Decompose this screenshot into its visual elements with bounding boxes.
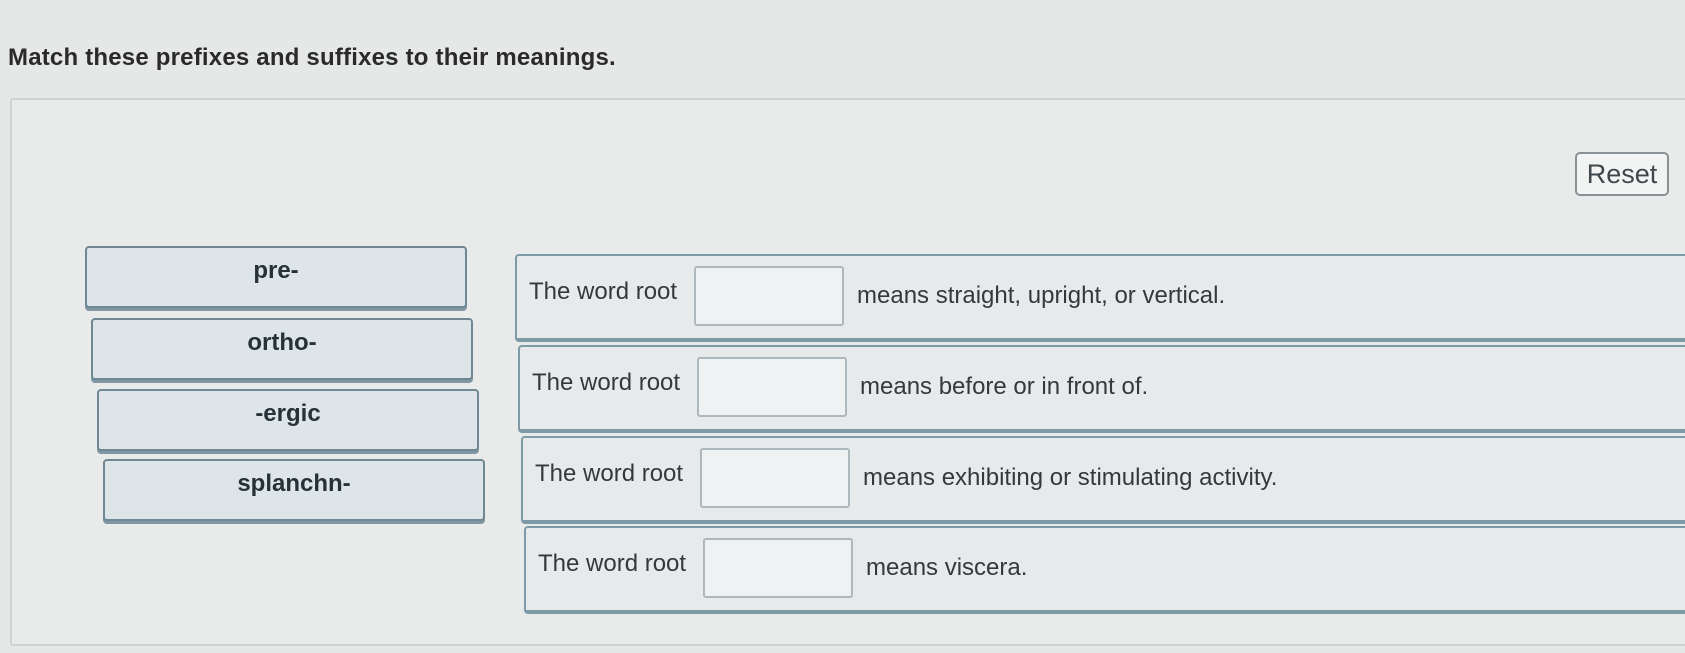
answer-drop-slot[interactable] [697,357,847,417]
row-meaning: means straight, upright, or vertical. [857,282,1226,309]
match-row: The word root means exhibiting or stimul… [521,436,1685,524]
tile-label: pre- [253,257,299,284]
row-prefix-label: The word root [529,278,678,305]
answer-drop-slot[interactable] [700,448,850,508]
match-row: The word root means straight, upright, o… [515,254,1685,342]
row-meaning: means before or in front of. [860,373,1149,400]
answer-tile-splanchn[interactable]: splanchn- [103,459,485,521]
reset-button[interactable]: Reset [1575,152,1669,196]
question-title: Match these prefixes and suffixes to the… [8,44,616,71]
row-meaning: means viscera. [866,554,1028,581]
match-row: The word root means viscera. [524,526,1685,614]
row-meaning: means exhibiting or stimulating activity… [863,464,1278,491]
match-row: The word root means before or in front o… [518,345,1685,433]
answer-tile-ortho[interactable]: ortho- [91,318,473,380]
answer-tile-ergic[interactable]: -ergic [97,389,479,451]
tile-label: splanchn- [237,470,351,497]
tile-label: -ergic [255,400,321,427]
row-prefix-label: The word root [532,369,681,396]
tile-label: ortho- [247,329,317,356]
row-prefix-label: The word root [535,460,684,487]
answer-tile-pre[interactable]: pre- [85,246,467,308]
answer-drop-slot[interactable] [703,538,853,598]
row-prefix-label: The word root [538,550,687,577]
answer-drop-slot[interactable] [694,266,844,326]
